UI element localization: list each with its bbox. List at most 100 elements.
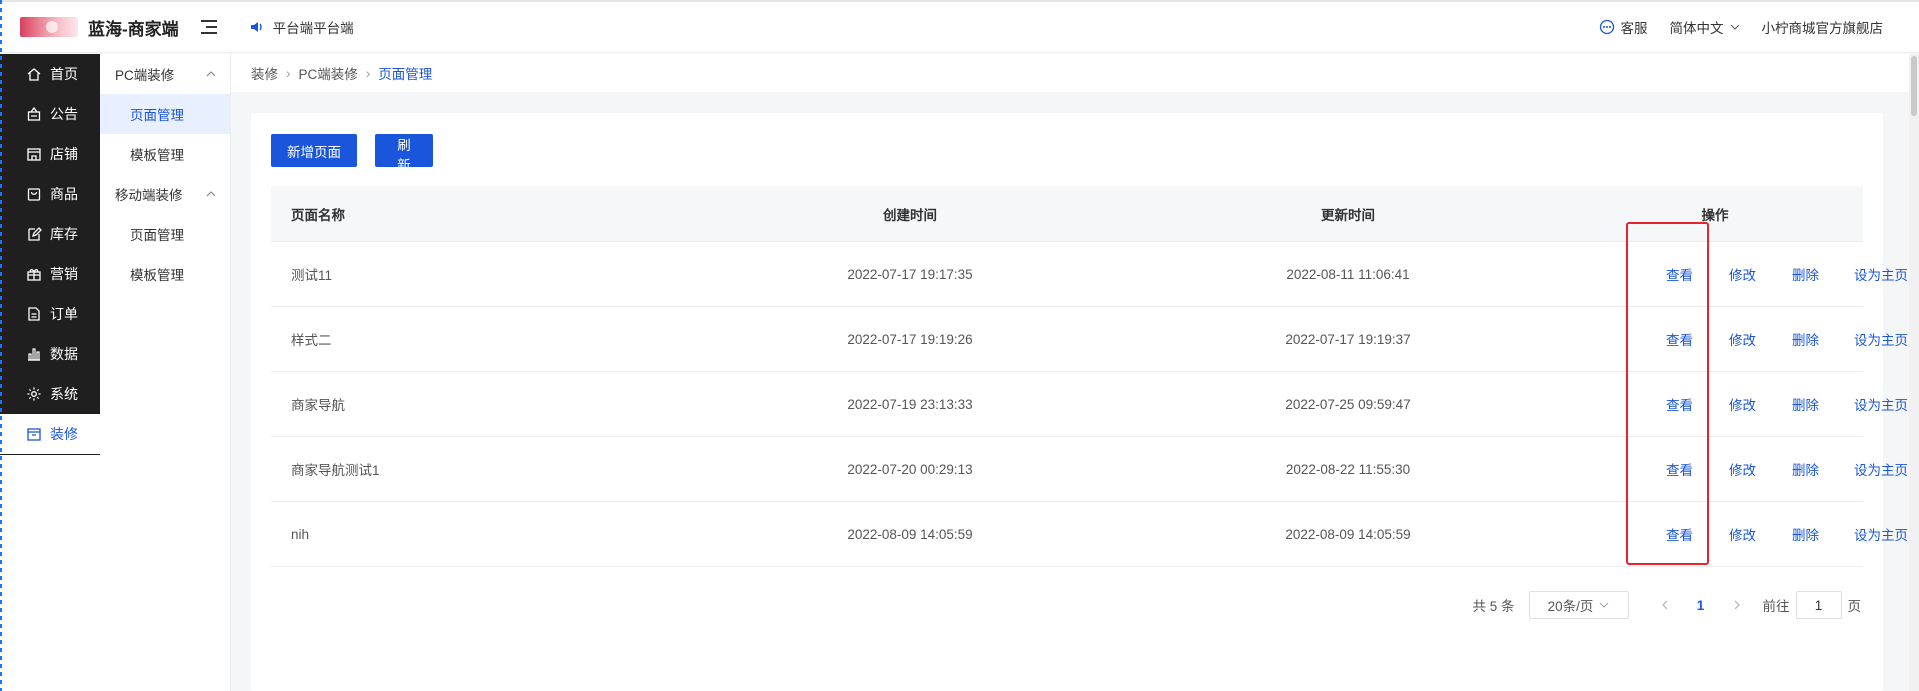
sidebar-item-stock[interactable]: 库存 [0, 214, 100, 254]
delete-link[interactable]: 删除 [1792, 264, 1819, 284]
customer-service-button[interactable]: 客服 [1599, 17, 1648, 37]
goto-page-input[interactable] [1795, 591, 1842, 619]
sidebar-item-label: 装修 [50, 426, 78, 442]
view-link[interactable]: 查看 [1666, 524, 1693, 544]
created-time-cell: 2022-07-20 00:29:13 [847, 461, 973, 477]
page-name-cell: 商家导航 [291, 398, 345, 413]
breadcrumb-item[interactable]: 装修 [251, 63, 278, 83]
chevron-right-icon: › [286, 65, 291, 81]
pagination: 共 5 条 20条/页 1 前往 页 [1472, 591, 1861, 619]
set-home-link[interactable]: 设为主页 [1854, 264, 1908, 284]
set-home-link[interactable]: 设为主页 [1854, 459, 1908, 479]
updated-time-cell: 2022-08-22 11:55:30 [1285, 461, 1411, 477]
view-link[interactable]: 查看 [1666, 394, 1693, 414]
page-size-select[interactable]: 20条/页 [1528, 591, 1629, 619]
table-header: 页面名称 创建时间 更新时间 操作 [271, 186, 1863, 242]
set-home-link[interactable]: 设为主页 [1854, 329, 1908, 349]
goods-icon [27, 188, 41, 201]
shop-name[interactable]: 小柠商城官方旗舰店 [1762, 17, 1884, 37]
page-number[interactable]: 1 [1683, 598, 1719, 613]
view-link[interactable]: 查看 [1666, 459, 1693, 479]
updated-time-cell: 2022-07-17 19:19:37 [1285, 331, 1411, 347]
table-row: 测试11 2022-07-17 19:17:35 2022-08-11 11:0… [271, 242, 1908, 307]
order-icon [28, 307, 40, 321]
submenu-item-mobile-page[interactable]: 页面管理 [100, 214, 230, 254]
edit-link[interactable]: 修改 [1729, 264, 1756, 284]
home-icon [27, 68, 41, 81]
sidebar-item-notice[interactable]: 公告 [0, 94, 100, 134]
sidebar-item-label: 数据 [50, 346, 78, 362]
menu-collapse-icon[interactable] [200, 18, 219, 36]
language-label: 简体中文 [1669, 21, 1724, 36]
page-scrollbar[interactable] [1909, 54, 1919, 691]
sidebar-item-label: 营销 [50, 266, 78, 282]
set-home-link[interactable]: 设为主页 [1854, 524, 1908, 544]
page-unit-label: 页 [1847, 599, 1862, 614]
customer-service-label: 客服 [1620, 21, 1648, 36]
sidebar-item-label: 店铺 [50, 146, 78, 162]
column-header: 更新时间 [1321, 207, 1375, 223]
left-guide-line [0, 0, 2, 691]
submenu-group-label: PC端装修 [115, 68, 175, 83]
edit-link[interactable]: 修改 [1729, 329, 1756, 349]
chevron-down-icon [1599, 602, 1609, 608]
edit-icon [28, 227, 42, 241]
created-time-cell: 2022-07-17 19:19:26 [847, 331, 973, 347]
delete-link[interactable]: 删除 [1792, 524, 1819, 544]
sidebar-item-label: 公告 [50, 106, 78, 122]
table-row: 商家导航测试1 2022-07-20 00:29:13 2022-08-22 1… [271, 437, 1908, 502]
view-link[interactable]: 查看 [1666, 329, 1693, 349]
row-actions: 查看 修改 删除 设为主页 [1567, 242, 1908, 306]
created-time-cell: 2022-07-17 19:17:35 [847, 266, 973, 282]
sidebar-item-shop[interactable]: 店铺 [0, 134, 100, 174]
submenu-group-mobile[interactable]: 移动端装修 [100, 174, 230, 214]
row-actions: 查看 修改 删除 设为主页 [1567, 502, 1908, 566]
chevron-down-icon [1730, 24, 1739, 30]
chat-icon [1599, 19, 1614, 35]
submenu-item-pc-template[interactable]: 模板管理 [100, 134, 230, 174]
column-header: 页面名称 [291, 207, 345, 223]
sidebar-item-orders[interactable]: 订单 [0, 294, 100, 334]
view-link[interactable]: 查看 [1666, 264, 1693, 284]
top-header: 蓝海-商家端 平台端平台端 客服 简体中文 小柠商城官方旗舰店 [0, 2, 1919, 53]
delete-link[interactable]: 删除 [1792, 459, 1819, 479]
add-page-button[interactable]: 新增页面 [271, 134, 357, 167]
page-name-cell: 样式二 [291, 333, 332, 348]
sidebar-item-home[interactable]: 首页 [0, 54, 100, 94]
delete-link[interactable]: 删除 [1792, 394, 1819, 414]
updated-time-cell: 2022-08-09 14:05:59 [1285, 526, 1411, 542]
sidebar-item-data[interactable]: 数据 [0, 334, 100, 374]
sidebar-item-label: 订单 [50, 306, 78, 322]
edit-link[interactable]: 修改 [1729, 459, 1756, 479]
sidebar-item-marketing[interactable]: 营销 [0, 254, 100, 294]
edit-link[interactable]: 修改 [1729, 394, 1756, 414]
edit-link[interactable]: 修改 [1729, 524, 1756, 544]
prev-page-button[interactable] [1651, 591, 1679, 619]
created-time-cell: 2022-07-19 23:13:33 [847, 396, 973, 412]
notice-text: 平台端平台端 [272, 21, 354, 36]
row-actions: 查看 修改 删除 设为主页 [1567, 372, 1908, 436]
chevron-right-icon [1734, 600, 1740, 610]
sidebar-item-label: 系统 [50, 386, 78, 402]
submenu-item-mobile-template[interactable]: 模板管理 [100, 254, 230, 294]
breadcrumb-item[interactable]: PC端装修 [299, 63, 358, 83]
refresh-button[interactable]: 刷新 [375, 134, 433, 173]
language-select[interactable]: 简体中文 [1670, 17, 1740, 37]
next-page-button[interactable] [1723, 591, 1751, 619]
sidebar-item-system[interactable]: 系统 [0, 374, 100, 414]
breadcrumb: 装修 › PC端装修 › 页面管理 [231, 54, 1909, 92]
page-name-cell: 测试11 [291, 268, 333, 283]
delete-link[interactable]: 删除 [1792, 329, 1819, 349]
sidebar-item-decorate[interactable]: 装修 [0, 414, 100, 454]
set-home-link[interactable]: 设为主页 [1854, 394, 1908, 414]
sidebar-item-label: 库存 [50, 226, 78, 242]
created-time-cell: 2022-08-09 14:05:59 [847, 526, 973, 542]
submenu-item-pc-page[interactable]: 页面管理 [100, 94, 230, 134]
notice-bar[interactable]: 平台端平台端 [249, 17, 354, 37]
sidebar-item-goods[interactable]: 商品 [0, 174, 100, 214]
column-header: 创建时间 [883, 207, 937, 223]
chevron-up-icon [206, 191, 216, 197]
gift-icon [27, 269, 41, 281]
submenu-group-pc[interactable]: PC端装修 [100, 54, 230, 94]
sidebar-blank [0, 455, 100, 691]
